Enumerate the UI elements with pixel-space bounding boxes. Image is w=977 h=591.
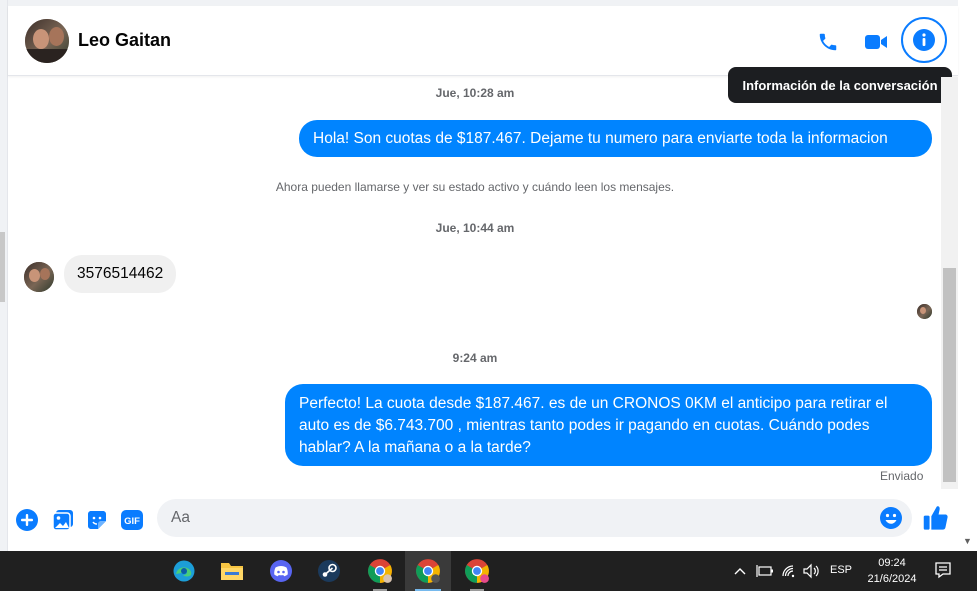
- incoming-message[interactable]: 3576514462: [64, 255, 177, 293]
- folder-icon: [221, 563, 243, 580]
- taskbar-chrome-1[interactable]: [357, 551, 403, 591]
- windows-taskbar: ESP 09:24 21/6/2024: [0, 551, 977, 591]
- video-icon: [865, 35, 887, 49]
- info-icon: [913, 29, 935, 51]
- info-tooltip: Información de la conversación: [728, 67, 952, 103]
- scroll-down-arrow-icon[interactable]: ▼: [963, 536, 972, 546]
- left-panel-edge: [0, 0, 8, 551]
- taskbar-chrome-3[interactable]: [454, 551, 500, 591]
- plus-circle-icon: [16, 509, 38, 531]
- more-actions-button[interactable]: [14, 507, 40, 533]
- contact-name[interactable]: Leo Gaitan: [78, 30, 171, 51]
- taskbar-chrome-2[interactable]: [405, 551, 451, 591]
- seen-receipt-avatar: [917, 304, 932, 319]
- steam-icon: [318, 560, 340, 582]
- taskbar-edge[interactable]: [161, 551, 207, 591]
- outgoing-message[interactable]: Hola! Son cuotas de $187.467. Dejame tu …: [299, 120, 932, 157]
- sticker-button[interactable]: [84, 507, 110, 533]
- audio-call-button[interactable]: [810, 24, 846, 60]
- system-clock[interactable]: 09:24 21/6/2024: [858, 555, 926, 587]
- gif-button[interactable]: GIF: [119, 507, 145, 533]
- left-scroll-mark[interactable]: [0, 232, 5, 302]
- message-input[interactable]: Aa: [157, 499, 912, 537]
- system-note: Ahora pueden llamarse y ver su estado ac…: [275, 180, 675, 194]
- chevron-up-icon[interactable]: [733, 565, 747, 577]
- video-call-button[interactable]: [858, 24, 894, 60]
- edge-icon: [173, 560, 195, 582]
- emoji-icon[interactable]: [879, 506, 903, 530]
- outgoing-message[interactable]: Perfecto! La cuota desde $187.467. es de…: [285, 384, 932, 466]
- messages-scroll-thumb[interactable]: [943, 268, 956, 482]
- message-composer: GIF Aa: [8, 489, 958, 551]
- phone-icon: [819, 33, 837, 51]
- chrome-icon: [416, 559, 440, 583]
- timestamp: Jue, 10:28 am: [435, 86, 515, 100]
- chrome-icon: [465, 559, 489, 583]
- thumbs-up-icon[interactable]: [922, 504, 950, 532]
- sender-avatar[interactable]: [24, 262, 54, 292]
- clock-date: 21/6/2024: [867, 573, 917, 585]
- page-scrollbar[interactable]: ▼: [958, 0, 977, 551]
- battery-icon[interactable]: [756, 564, 774, 578]
- svg-text:GIF: GIF: [124, 516, 140, 527]
- conversation-info-button[interactable]: [901, 17, 947, 63]
- photo-icon: [52, 510, 73, 531]
- message-input-placeholder: Aa: [171, 509, 190, 526]
- chrome-icon: [368, 559, 392, 583]
- taskbar-file-explorer[interactable]: [209, 551, 255, 591]
- taskbar-steam[interactable]: [306, 551, 352, 591]
- taskbar-discord[interactable]: [258, 551, 304, 591]
- chat-header: Leo Gaitan: [8, 6, 958, 76]
- contact-avatar[interactable]: [25, 19, 69, 63]
- screen: ▼ Leo Gaitan Información de la conversac…: [0, 0, 977, 591]
- delivery-status: Enviado: [880, 469, 924, 483]
- discord-icon: [270, 560, 292, 582]
- attach-photo-button[interactable]: [50, 507, 76, 533]
- input-language[interactable]: ESP: [830, 564, 852, 576]
- timestamp: Jue, 10:44 am: [435, 221, 515, 235]
- notification-icon[interactable]: [934, 561, 952, 579]
- gif-icon: GIF: [121, 510, 143, 530]
- timestamp: 9:24 am: [452, 351, 498, 365]
- volume-icon[interactable]: [803, 563, 821, 579]
- sticker-icon: [88, 511, 106, 529]
- clock-time: 09:24: [878, 557, 906, 569]
- wifi-icon[interactable]: [781, 563, 797, 579]
